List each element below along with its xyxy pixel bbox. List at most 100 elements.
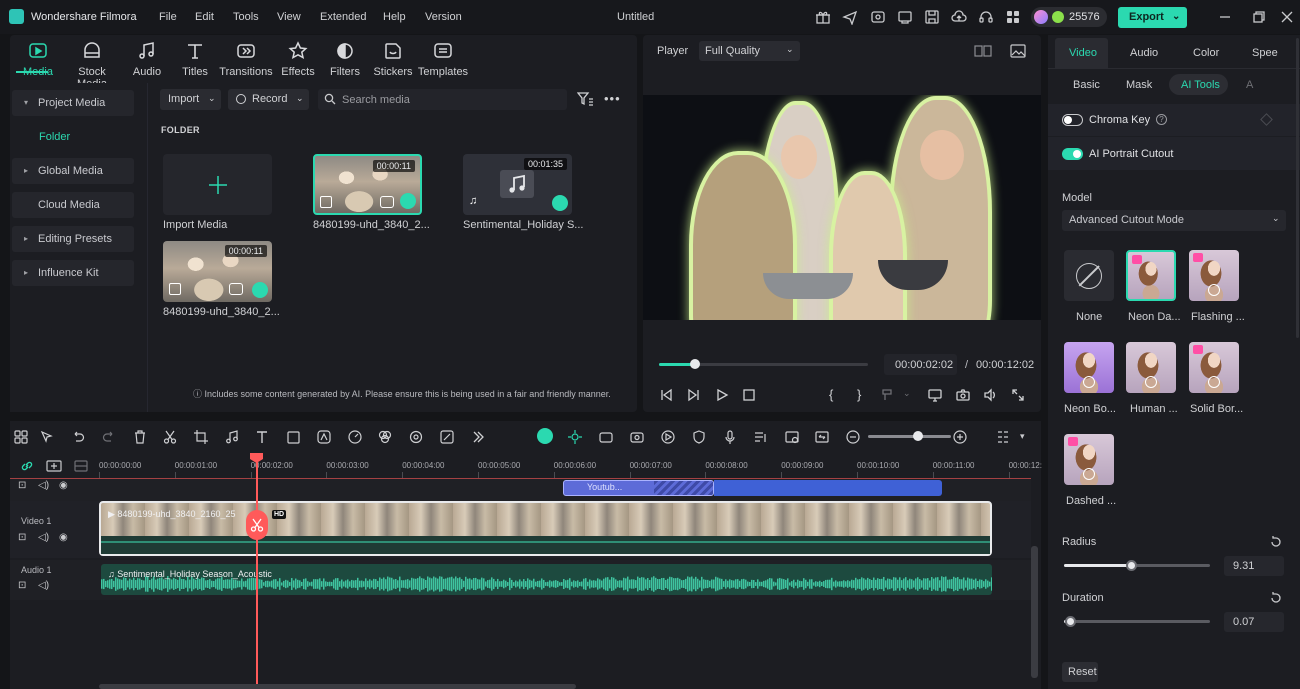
subtab-ai-tools[interactable]: AI Tools bbox=[1169, 74, 1228, 95]
preset-solid-border[interactable] bbox=[1189, 342, 1239, 393]
radius-value[interactable]: 9.31 bbox=[1224, 556, 1284, 576]
fit-timeline-icon[interactable] bbox=[815, 430, 829, 444]
chevron-down-icon[interactable]: ⌄ bbox=[903, 388, 917, 402]
cloud-upload-icon[interactable] bbox=[951, 9, 967, 25]
import-button[interactable]: Import ⌄ bbox=[160, 89, 221, 110]
preset-human[interactable] bbox=[1126, 342, 1176, 393]
timeline-zoom-handle[interactable] bbox=[913, 431, 923, 441]
minimize-icon[interactable] bbox=[1218, 10, 1232, 24]
track-layout-icon[interactable] bbox=[997, 430, 1011, 444]
shield-icon[interactable] bbox=[692, 430, 706, 444]
lock-icon[interactable]: ⊡ bbox=[18, 532, 26, 543]
fullscreen-icon[interactable] bbox=[1011, 388, 1025, 402]
scissors-icon[interactable] bbox=[163, 430, 177, 444]
save-icon[interactable] bbox=[924, 9, 940, 25]
crop-icon[interactable] bbox=[194, 430, 208, 444]
timeline-settings-icon[interactable] bbox=[785, 430, 799, 444]
tab-titles[interactable]: Titles bbox=[167, 6, 223, 78]
display-icon[interactable] bbox=[928, 388, 942, 402]
search-box[interactable] bbox=[318, 89, 567, 110]
current-time[interactable]: 00:00:02:02 bbox=[884, 354, 957, 375]
layout-grid-icon[interactable] bbox=[14, 430, 28, 444]
playhead[interactable] bbox=[256, 453, 258, 689]
stop-icon[interactable] bbox=[742, 388, 756, 402]
tab-stock-media[interactable]: Stock Media bbox=[64, 6, 120, 90]
speaker-icon[interactable]: ◁) bbox=[38, 580, 49, 591]
lock-icon[interactable]: ⊡ bbox=[18, 480, 26, 491]
audio-edit-icon[interactable] bbox=[225, 430, 239, 444]
audio-mixer-icon[interactable] bbox=[754, 430, 768, 444]
gift-icon[interactable] bbox=[815, 9, 831, 25]
undo-icon[interactable] bbox=[71, 430, 85, 444]
mark-in-icon[interactable]: { bbox=[829, 387, 843, 402]
ai-tool-icon[interactable] bbox=[317, 430, 331, 444]
timeline-vertical-scrollbar[interactable] bbox=[1031, 546, 1038, 678]
media-item-audio[interactable]: 00:01:35 ♫ bbox=[463, 154, 572, 215]
preset-neon-border[interactable] bbox=[1064, 342, 1114, 393]
video-preview[interactable] bbox=[643, 95, 1041, 320]
help-icon[interactable]: ? bbox=[1156, 114, 1167, 125]
tab-video[interactable]: Video bbox=[1069, 47, 1097, 59]
ai-edit-icon[interactable] bbox=[440, 430, 454, 444]
sidebar-item-influence-kit[interactable]: ▸ Influence Kit bbox=[12, 260, 134, 286]
record-voice-icon[interactable] bbox=[630, 430, 644, 444]
zoom-in-icon[interactable] bbox=[953, 430, 967, 444]
camera-icon[interactable] bbox=[956, 388, 970, 402]
text-tool-icon[interactable] bbox=[256, 430, 270, 444]
sidebar-item-editing-presets[interactable]: ▸ Editing Presets bbox=[12, 226, 134, 252]
import-media-tile[interactable] bbox=[163, 154, 272, 215]
close-icon[interactable] bbox=[1280, 10, 1294, 24]
duration-slider[interactable] bbox=[1064, 620, 1210, 623]
shape-icon[interactable] bbox=[287, 430, 301, 444]
scrubber-handle[interactable] bbox=[689, 359, 700, 369]
tab-transitions[interactable]: Transitions bbox=[218, 6, 274, 78]
snap-icon[interactable] bbox=[568, 430, 582, 444]
tab-audio-settings[interactable]: Audio bbox=[1130, 47, 1158, 59]
filter-sort-icon[interactable] bbox=[577, 92, 593, 106]
chroma-key-toggle[interactable] bbox=[1062, 114, 1083, 126]
subtab-more[interactable]: A bbox=[1246, 79, 1253, 91]
eye-icon[interactable]: ◉ bbox=[59, 480, 68, 491]
microphone-icon[interactable] bbox=[723, 430, 737, 444]
search-input[interactable] bbox=[342, 92, 552, 107]
previous-frame-icon[interactable] bbox=[659, 388, 673, 402]
inspector-scrollbar[interactable] bbox=[1296, 38, 1299, 338]
media-item-video-1[interactable]: 00:00:11 bbox=[313, 154, 422, 215]
marker-icon[interactable] bbox=[881, 388, 895, 402]
preset-neon-dash[interactable] bbox=[1126, 250, 1176, 301]
subtab-mask[interactable]: Mask bbox=[1126, 79, 1152, 91]
select-pointer-icon[interactable] bbox=[40, 430, 54, 444]
tab-stickers[interactable]: Stickers bbox=[365, 6, 421, 78]
speaker-icon[interactable]: ◁) bbox=[38, 480, 49, 491]
mark-out-icon[interactable]: } bbox=[857, 387, 871, 402]
snapshot-image-icon[interactable] bbox=[1010, 44, 1026, 58]
timeline-zoom-slider[interactable] bbox=[868, 435, 951, 438]
ai-portrait-cutout-toggle[interactable] bbox=[1062, 148, 1083, 160]
reset-duration-icon[interactable] bbox=[1269, 591, 1283, 605]
more-tools-icon[interactable] bbox=[471, 430, 485, 444]
lock-icon[interactable]: ⊡ bbox=[18, 580, 26, 591]
sidebar-item-cloud-media[interactable]: Cloud Media bbox=[12, 192, 134, 218]
reset-radius-icon[interactable] bbox=[1269, 535, 1283, 549]
chevron-down-icon[interactable]: ▾ bbox=[1020, 431, 1025, 442]
zoom-out-icon[interactable] bbox=[846, 430, 860, 444]
playback-loop-icon[interactable] bbox=[661, 430, 675, 444]
sidebar-item-folder[interactable]: Folder bbox=[12, 124, 134, 150]
keyframe-diamond-icon[interactable] bbox=[1260, 113, 1273, 126]
grid-view-icon[interactable] bbox=[974, 45, 992, 57]
preset-none[interactable] bbox=[1064, 250, 1114, 301]
media-item-video-2[interactable]: 00:00:11 bbox=[163, 241, 272, 302]
reset-button[interactable]: Reset bbox=[1062, 662, 1098, 682]
color-match-icon[interactable] bbox=[378, 430, 392, 444]
tab-templates[interactable]: Templates bbox=[415, 6, 471, 78]
auto-ripple-icon[interactable] bbox=[537, 428, 553, 444]
screen-record-icon[interactable] bbox=[870, 9, 886, 25]
title-clip-extension[interactable] bbox=[714, 480, 942, 496]
delete-icon[interactable] bbox=[133, 430, 147, 444]
speed-icon[interactable] bbox=[348, 430, 362, 444]
duration-value[interactable]: 0.07 bbox=[1224, 612, 1284, 632]
play-icon[interactable] bbox=[715, 388, 729, 402]
title-clip[interactable] bbox=[563, 480, 714, 496]
tab-color[interactable]: Color bbox=[1193, 47, 1219, 59]
eye-icon[interactable]: ◉ bbox=[59, 532, 68, 543]
